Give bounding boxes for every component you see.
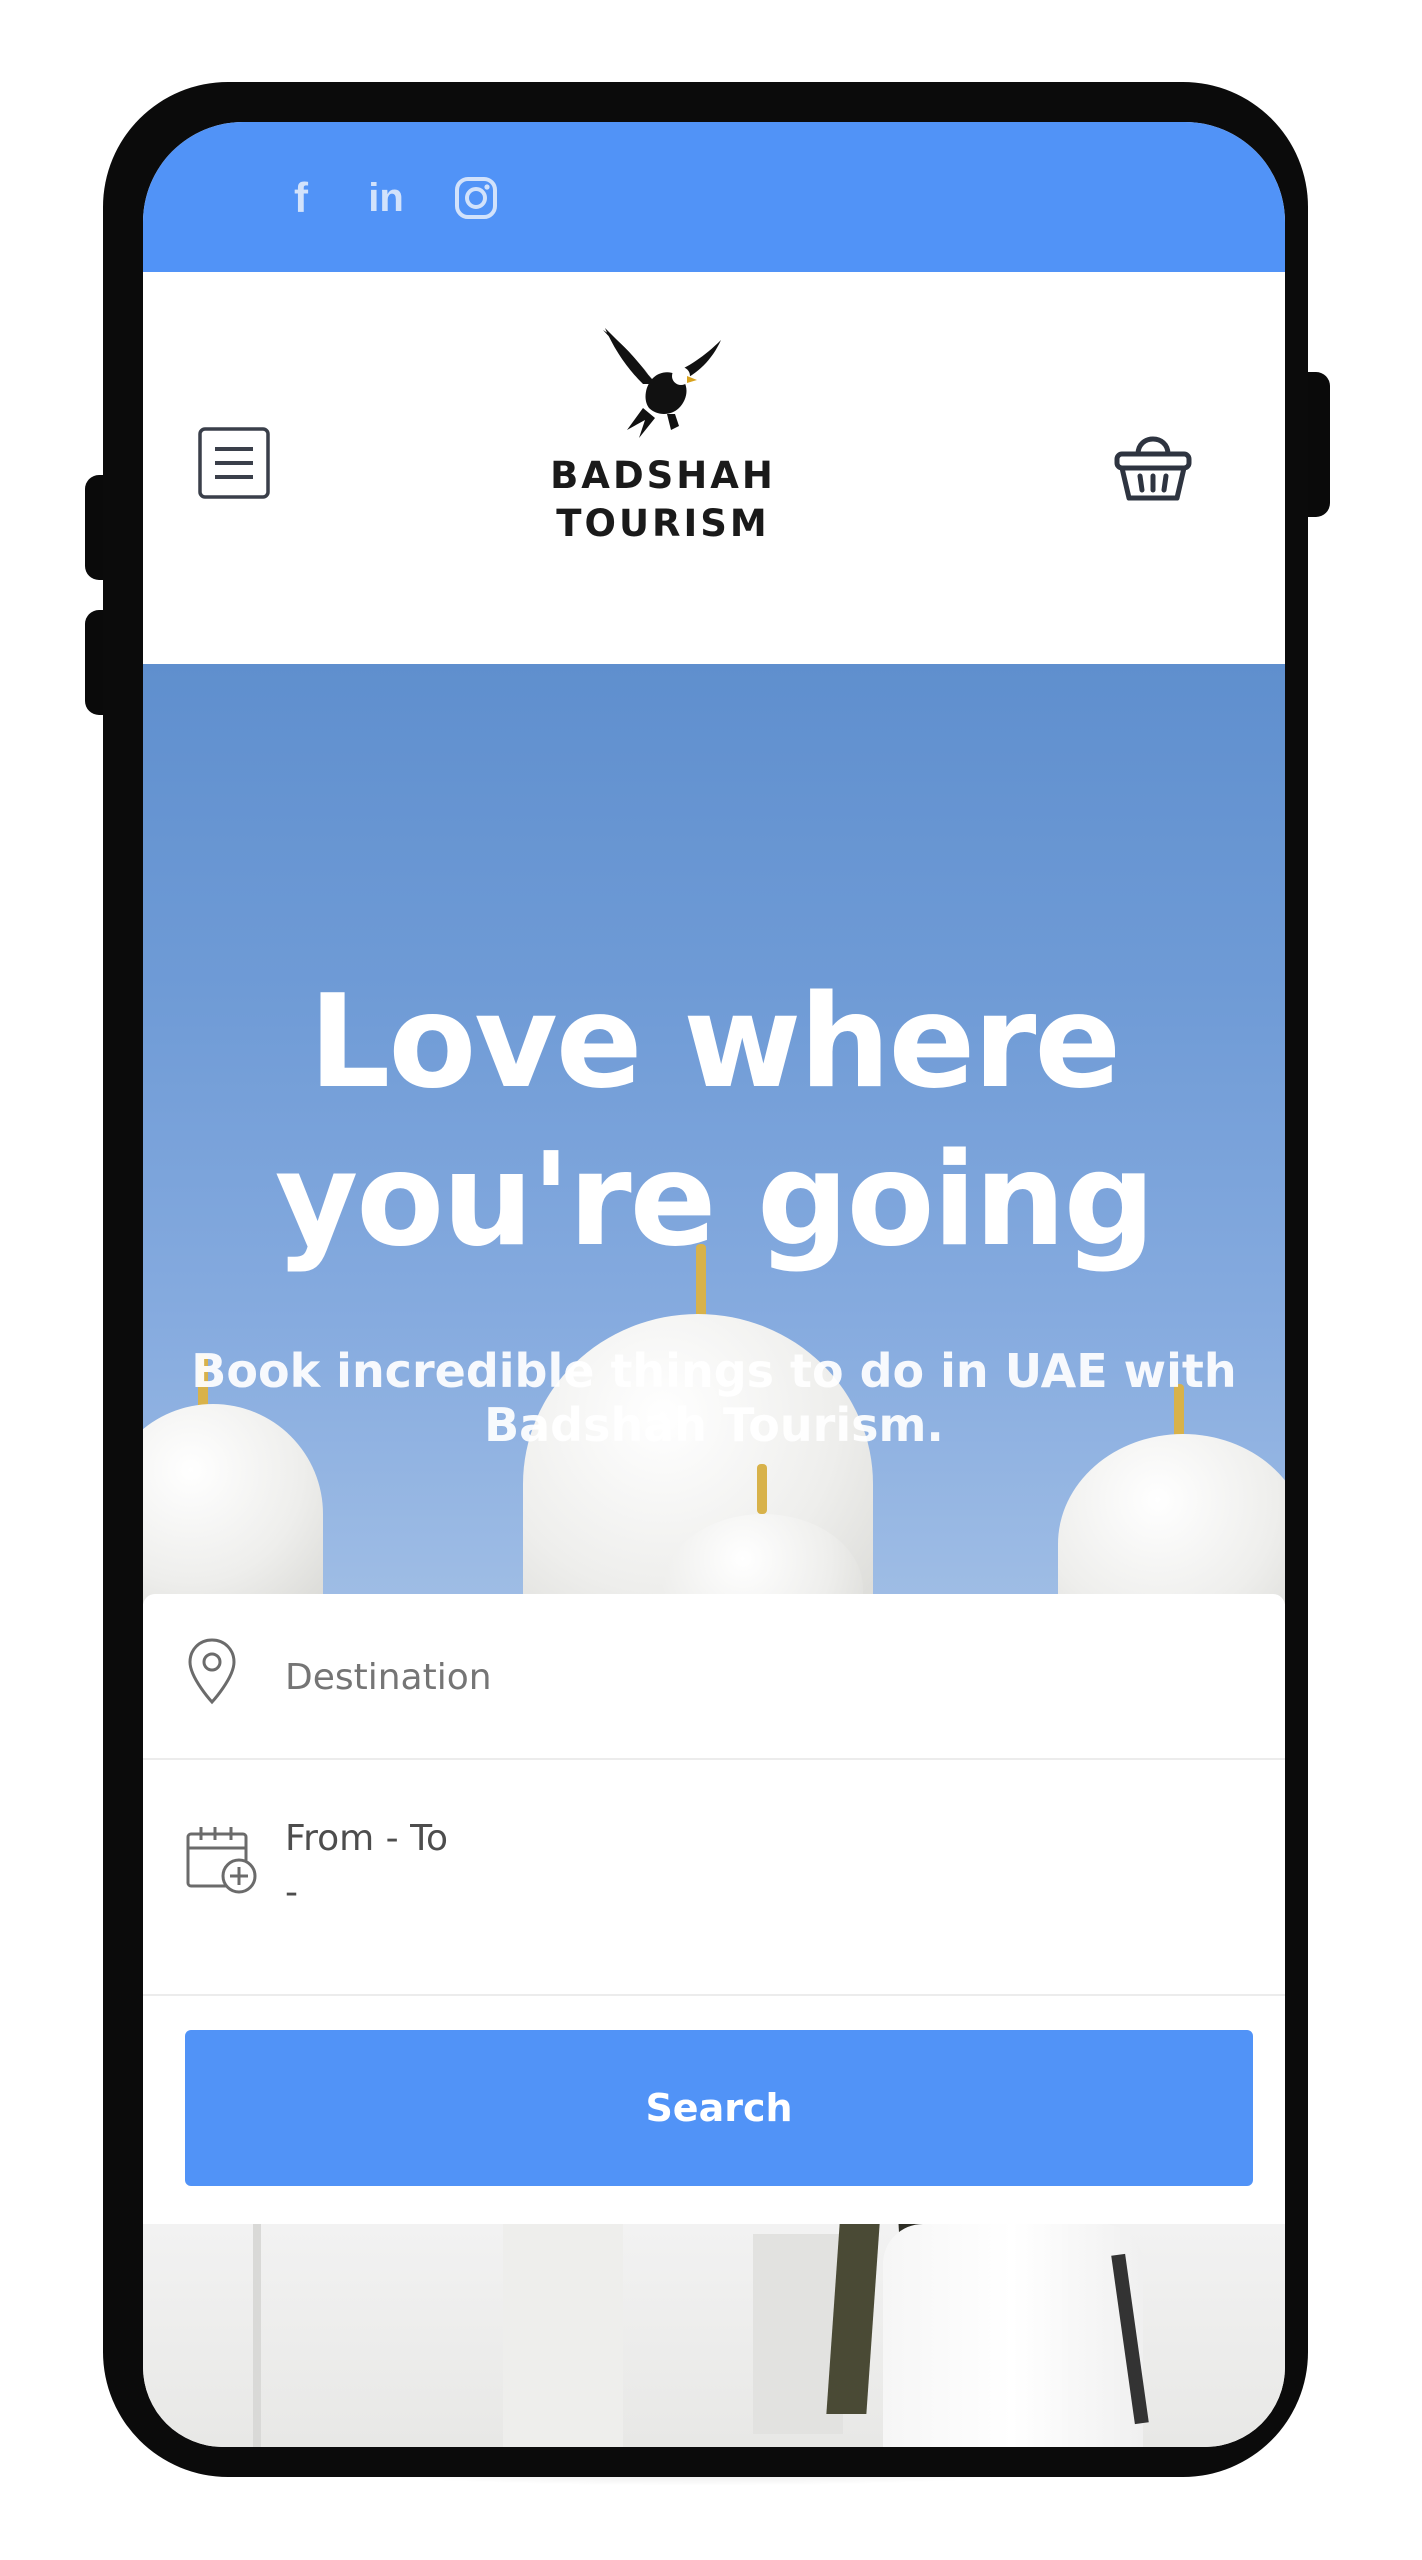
site-header: BADSHAH TOURISM [143, 272, 1285, 664]
image-pillar [253, 2224, 261, 2447]
logo-text-line2: TOURISM [556, 502, 770, 545]
eagle-logo-icon [583, 322, 743, 442]
search-form: From - To - Search [143, 1594, 1285, 2224]
phone-screen: f in BADSHAH TOURISM Love where you're g… [143, 122, 1285, 2447]
facebook-icon[interactable]: f [273, 170, 329, 226]
mosque-spire [757, 1464, 767, 1514]
hero-title-line2: you're going [274, 1126, 1155, 1275]
hero-subtitle: Book incredible things to do in UAE with… [191, 1344, 1237, 1452]
mosque-dome [1058, 1434, 1285, 1604]
brand-logo[interactable]: BADSHAH TOURISM [513, 322, 813, 572]
image-figure [883, 2224, 1143, 2447]
logo-text-line1: BADSHAH [550, 454, 776, 497]
destination-field[interactable] [143, 1594, 1285, 1760]
destination-input[interactable] [285, 1649, 1185, 1705]
linkedin-icon[interactable]: in [358, 170, 414, 226]
date-range-value: - [285, 1872, 298, 1913]
social-top-bar: f in [143, 122, 1285, 272]
hero-banner: Love where you're going Book incredible … [143, 664, 1285, 1604]
date-range-label: From - To [285, 1818, 448, 1859]
hero-title: Love where you're going [143, 964, 1285, 1280]
instagram-icon[interactable] [448, 170, 504, 226]
calendar-add-icon [185, 1824, 259, 1900]
location-pin-icon [185, 1636, 239, 1710]
image-pillar [503, 2224, 623, 2447]
hamburger-menu-icon[interactable] [198, 427, 270, 499]
hero-title-line1: Love where [308, 968, 1121, 1117]
date-range-field[interactable]: From - To - [143, 1758, 1285, 1996]
basket-icon[interactable] [1114, 424, 1192, 504]
search-button[interactable]: Search [185, 2030, 1253, 2186]
featured-tour-image [143, 2224, 1285, 2447]
